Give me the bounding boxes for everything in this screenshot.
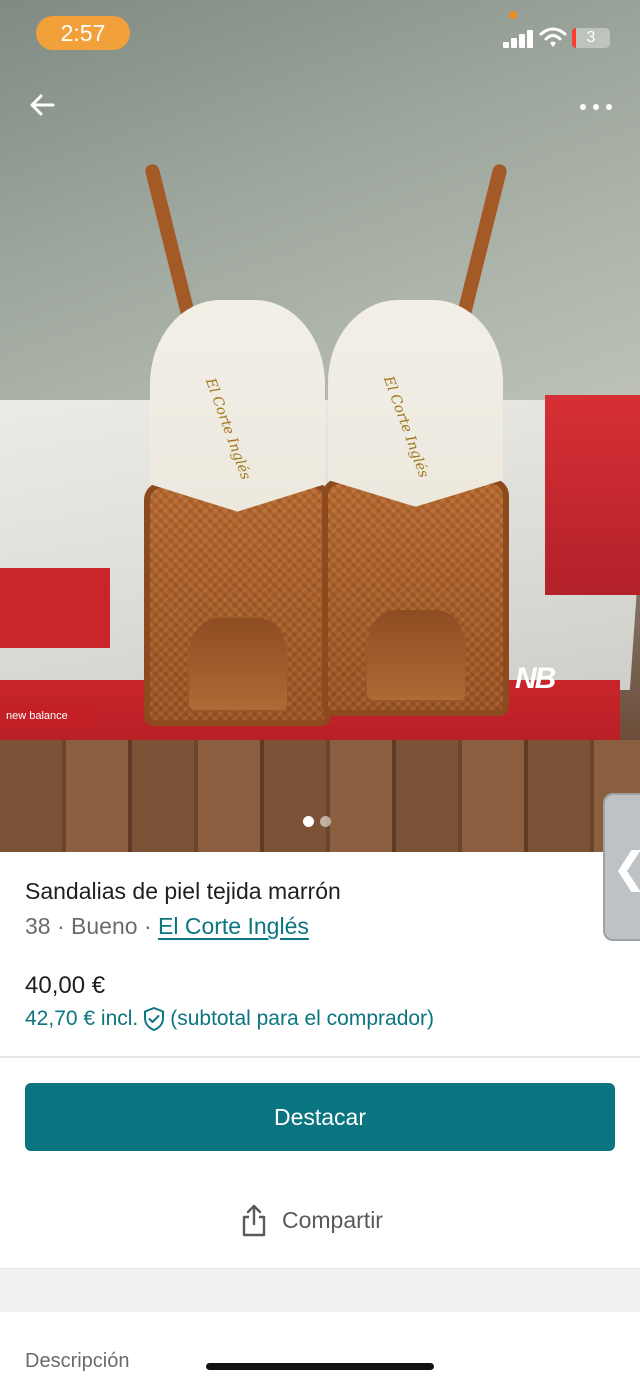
description-heading: Descripción [25,1350,130,1372]
wifi-icon [539,26,567,48]
item-brand-link[interactable]: El Corte Inglés [158,913,309,939]
item-title: Sandalias de piel tejida marrón [25,878,341,904]
more-options-button[interactable] [576,92,616,122]
item-condition: Bueno [71,913,138,939]
item-size: 38 [25,913,51,939]
highlight-button[interactable]: Destacar [25,1083,615,1151]
photo-brand-tag: new balance [0,706,96,728]
cellular-signal-icon [503,28,535,48]
battery-icon: 3 [572,28,610,48]
more-horizontal-icon [580,104,586,110]
price-with-protection[interactable]: 42,70 € incl. (subtotal para el comprado… [25,1006,434,1032]
photo-box-label [0,568,110,648]
section-divider [0,1056,640,1058]
photo-second-box [545,395,640,595]
meta-separator: · [143,913,152,939]
section-spacer [0,1268,640,1312]
share-icon [242,1204,266,1237]
share-button[interactable]: Compartir [240,1203,383,1237]
shield-check-icon [144,1007,165,1031]
pagination-dot[interactable] [320,816,331,827]
photo-floor [0,740,640,852]
product-photo[interactable]: NB new balance El Corte Inglés El Corte … [0,0,640,852]
price-incl-note: (subtotal para el comprador) [170,1007,435,1030]
photo-nb-logo: NB [515,662,556,695]
pagination-dot-active[interactable] [303,816,314,827]
photo-right-shoe: El Corte Inglés [322,162,509,716]
privacy-indicator-dot [509,11,517,19]
chevron-left-icon: ❮ [612,843,640,892]
meta-separator: · [56,913,65,939]
share-label: Compartir [282,1206,383,1233]
status-time: 2:57 [36,16,130,50]
price-incl-value: 42,70 € incl. [25,1007,139,1030]
home-indicator[interactable] [206,1363,434,1370]
side-panel-tab[interactable]: ❮ [603,793,640,941]
item-meta: 38 · Bueno · El Corte Inglés [25,913,309,940]
back-button[interactable] [26,88,60,122]
photo-left-shoe: El Corte Inglés [143,162,331,726]
arrow-left-icon [30,94,55,116]
item-price: 40,00 € [25,972,106,999]
